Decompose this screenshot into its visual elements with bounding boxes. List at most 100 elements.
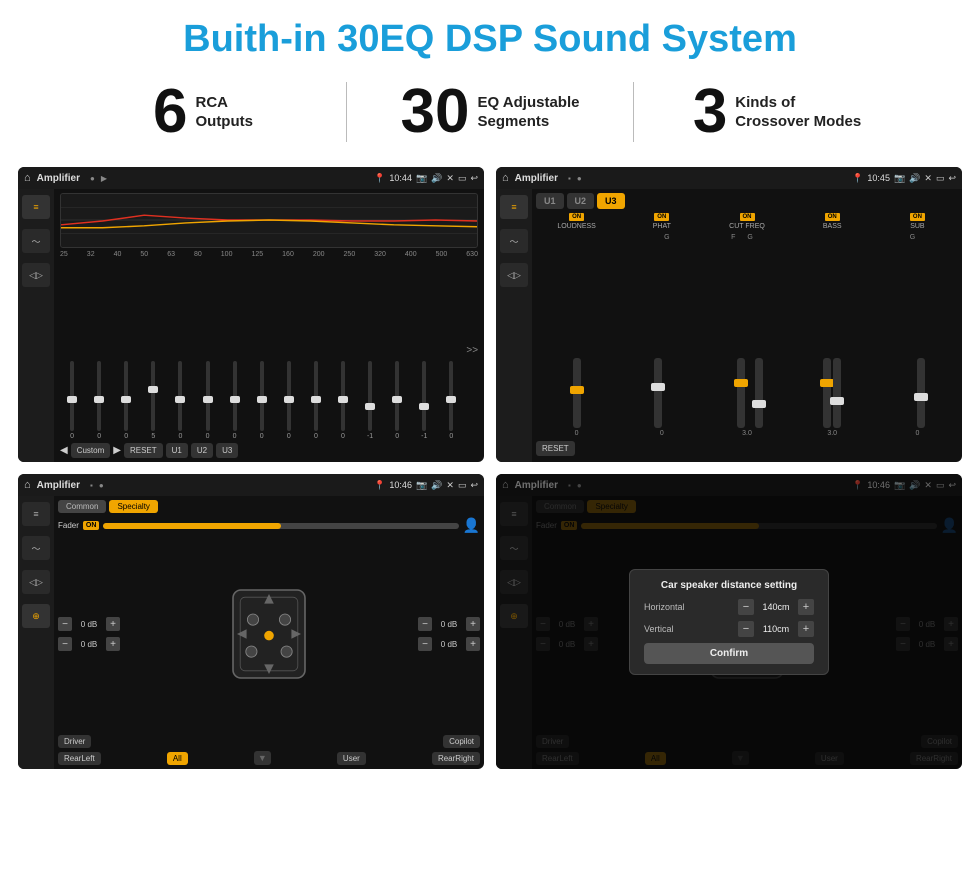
ch-sub-track1[interactable] <box>917 358 925 428</box>
eq-slider-1[interactable]: 0 <box>60 361 84 440</box>
eq-band-500: 500 <box>436 251 448 258</box>
horizontal-plus-btn[interactable]: + <box>798 599 814 615</box>
ch-bass-on[interactable]: ON <box>825 213 840 221</box>
eq-slider-6[interactable]: 0 <box>195 361 219 440</box>
crossover-time: 10:45 <box>867 173 890 183</box>
eq-pin-icon: 📍 <box>374 173 385 184</box>
eq-slider-14[interactable]: -1 <box>412 361 436 440</box>
ch-phat-on[interactable]: ON <box>654 213 669 221</box>
ch-bass-track2[interactable] <box>833 358 841 428</box>
home-icon-2[interactable]: ⌂ <box>502 172 509 184</box>
tab-common-btn[interactable]: Common <box>58 500 106 513</box>
preset-u2-btn[interactable]: U2 <box>567 193 595 209</box>
ch-cutfreq-track2[interactable] <box>755 358 763 428</box>
all-btn[interactable]: All <box>167 752 188 765</box>
crossover-reset-btn[interactable]: RESET <box>536 441 575 456</box>
rearleft-btn[interactable]: RearLeft <box>58 752 101 765</box>
crossover-sidebar-vol[interactable]: ◁▷ <box>500 263 528 287</box>
fader-topbar-icons: 📍 10:46 📷 🔊 ✕ ▭ ↩ <box>374 480 478 491</box>
ch-loudness-on[interactable]: ON <box>569 213 584 221</box>
fader-sidebar-spk[interactable]: ⊕ <box>22 604 50 628</box>
eq-slider-8[interactable]: 0 <box>250 361 274 440</box>
fader-sidebar-vol[interactable]: ◁▷ <box>22 570 50 594</box>
fader-bar[interactable] <box>103 523 458 529</box>
crossover-sidebar-eq[interactable]: ≡ <box>500 195 528 219</box>
eq-bottom-controls: ◀ Custom ▶ RESET U1 U2 U3 <box>60 443 478 458</box>
rearright-db-minus[interactable]: − <box>418 637 432 651</box>
eq-slider-9[interactable]: 0 <box>277 361 301 440</box>
fader-main-content: Common Specialty Fader ON 👤 <box>54 496 484 769</box>
preset-u3-btn[interactable]: U3 <box>597 193 625 209</box>
driver-db-plus[interactable]: + <box>106 617 120 631</box>
rearright-db-plus[interactable]: + <box>466 637 480 651</box>
copilot-db-minus[interactable]: − <box>418 617 432 631</box>
sidebar-eq-btn[interactable]: ≡ <box>22 195 50 219</box>
eq-u3-btn[interactable]: U3 <box>216 443 238 458</box>
dialog-horizontal-label: Horizontal <box>644 602 732 612</box>
eq-prev-btn[interactable]: ◀ <box>60 445 68 456</box>
fader-on-badge[interactable]: ON <box>83 521 100 530</box>
eq-slider-4[interactable]: 5 <box>141 361 165 440</box>
eq-u1-btn[interactable]: U1 <box>166 443 188 458</box>
fader-back-icon[interactable]: ↩ <box>470 480 478 491</box>
eq-slider-2[interactable]: 0 <box>87 361 111 440</box>
eq-slider-7[interactable]: 0 <box>223 361 247 440</box>
driver-db-minus[interactable]: − <box>58 617 72 631</box>
sidebar-vol-btn[interactable]: ◁▷ <box>22 263 50 287</box>
ch-loudness-track1[interactable] <box>573 358 581 428</box>
stats-row: 6 RCAOutputs 30 EQ AdjustableSegments 3 … <box>0 71 980 159</box>
ch-cutfreq-track1[interactable] <box>737 358 745 428</box>
home-icon-3[interactable]: ⌂ <box>24 479 31 491</box>
eq-slider-10[interactable]: 0 <box>304 361 328 440</box>
vertical-plus-btn[interactable]: + <box>798 621 814 637</box>
crossover-sidebar-wave[interactable]: 〜 <box>500 229 528 253</box>
fader-sidebar-eq[interactable]: ≡ <box>22 502 50 526</box>
eq-more-arrow[interactable]: >> <box>466 345 478 356</box>
ch-sub-on[interactable]: ON <box>910 213 925 221</box>
copilot-btn[interactable]: Copilot <box>443 735 480 748</box>
eq-play-btn[interactable]: ▶ <box>113 445 121 456</box>
tab-specialty-btn[interactable]: Specialty <box>109 500 157 513</box>
copilot-db-plus[interactable]: + <box>466 617 480 631</box>
eq-slider-11[interactable]: 0 <box>331 361 355 440</box>
ch-bass-track1[interactable] <box>823 358 831 428</box>
preset-u1-btn[interactable]: U1 <box>536 193 564 209</box>
vertical-minus-btn[interactable]: − <box>738 621 754 637</box>
eq-slider-15[interactable]: 0 <box>439 361 463 440</box>
car-diagram-svg <box>229 584 309 684</box>
eq-topbar-icons: 📍 10:44 📷 🔊 ✕ ▭ ↩ <box>374 173 478 184</box>
rearright-btn[interactable]: RearRight <box>432 752 480 765</box>
driver-btn[interactable]: Driver <box>58 735 91 748</box>
rearleft-db-val: 0 dB <box>74 640 104 649</box>
eq-slider-5[interactable]: 0 <box>168 361 192 440</box>
eq-u2-btn[interactable]: U2 <box>191 443 213 458</box>
confirm-button[interactable]: Confirm <box>644 643 814 664</box>
eq-cam-icon: 📷 <box>416 173 427 184</box>
speaker-layout: − 0 dB + − 0 dB + <box>58 537 480 731</box>
down-arrow-btn[interactable]: ▼ <box>254 751 271 765</box>
fader-dot2: ● <box>99 481 104 490</box>
eq-back-icon[interactable]: ↩ <box>470 173 478 184</box>
fader-screen: ⌂ Amplifier ▪ ● 📍 10:46 📷 🔊 ✕ ▭ ↩ ≡ 〜 <box>18 474 484 769</box>
eq-slider-3[interactable]: 0 <box>114 361 138 440</box>
rearleft-db-plus[interactable]: + <box>106 637 120 651</box>
eq-reset-btn[interactable]: RESET <box>124 443 163 458</box>
ch-loudness: ON LOUDNESS 0 <box>536 213 617 437</box>
crossover-x-icon: ✕ <box>924 173 932 184</box>
dialog-overlay: Car speaker distance setting Horizontal … <box>496 474 962 769</box>
ch-sub-label: SUB <box>910 223 924 230</box>
eq-band-100: 100 <box>221 251 233 258</box>
rearleft-db-minus[interactable]: − <box>58 637 72 651</box>
ch-loudness-tracks <box>573 232 581 428</box>
ch-cutfreq-f1: F <box>731 234 735 241</box>
horizontal-minus-btn[interactable]: − <box>738 599 754 615</box>
eq-slider-12[interactable]: -1 <box>358 361 382 440</box>
eq-slider-13[interactable]: 0 <box>385 361 409 440</box>
ch-cutfreq-on[interactable]: ON <box>740 213 755 221</box>
home-icon[interactable]: ⌂ <box>24 172 31 184</box>
ch-phat-track1[interactable] <box>654 358 662 428</box>
fader-sidebar-wave[interactable]: 〜 <box>22 536 50 560</box>
crossover-back-icon[interactable]: ↩ <box>948 173 956 184</box>
user-btn[interactable]: User <box>337 752 366 765</box>
sidebar-wave-btn[interactable]: 〜 <box>22 229 50 253</box>
